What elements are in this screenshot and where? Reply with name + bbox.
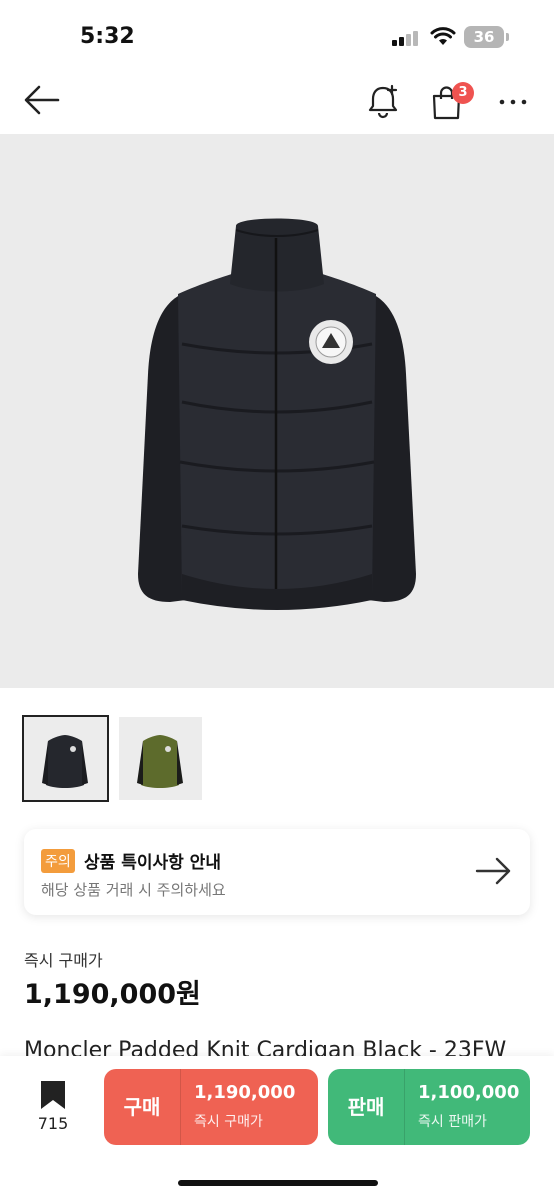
buy-button[interactable]: 구매 1,190,000 즉시 구매가 xyxy=(104,1069,318,1145)
sell-amount: 1,100,000 xyxy=(418,1082,520,1103)
wifi-icon xyxy=(430,27,456,45)
product-main-image[interactable] xyxy=(0,134,554,688)
buy-amount-caption: 즉시 구매가 xyxy=(194,1114,263,1130)
sell-button[interactable]: 판매 1,100,000 즉시 판매가 xyxy=(328,1069,530,1145)
thumbnail-black-jacket xyxy=(42,735,88,788)
bottom-action-bar: 715 구매 1,190,000 즉시 구매가 판매 1,100,000 즉시 … xyxy=(0,1056,554,1200)
more-options-icon[interactable] xyxy=(497,92,531,112)
thumbnail-black[interactable] xyxy=(22,715,109,802)
arrow-right-icon[interactable] xyxy=(474,855,514,887)
back-arrow-icon[interactable] xyxy=(22,82,62,118)
sell-divider xyxy=(404,1069,405,1145)
signal-icon xyxy=(392,30,422,46)
home-indicator xyxy=(178,1180,378,1186)
buy-divider xyxy=(180,1069,181,1145)
jacket-illustration xyxy=(138,218,416,610)
product-notice-card[interactable]: 주의 상품 특이사항 안내 해당 상품 거래 시 주의하세요 xyxy=(24,829,530,915)
bookmark-icon[interactable] xyxy=(40,1080,66,1110)
product-price: 1,190,000원 xyxy=(24,979,201,1010)
notice-subtitle: 해당 상품 거래 시 주의하세요 xyxy=(41,881,226,899)
sell-label: 판매 xyxy=(347,1095,385,1119)
bookmark-count: 715 xyxy=(37,1114,69,1133)
nav-bar xyxy=(0,70,554,132)
battery-cap xyxy=(506,33,509,41)
buy-label: 구매 xyxy=(123,1095,161,1119)
instant-buy-price-label: 즉시 구매가 xyxy=(24,951,103,970)
thumbnail-olive-jacket xyxy=(137,735,183,788)
cart-count-badge: 3 xyxy=(452,82,474,104)
sell-amount-caption: 즉시 판매가 xyxy=(418,1114,487,1130)
status-bar: 5:32 36 xyxy=(0,0,554,70)
bell-add-icon[interactable] xyxy=(364,82,402,120)
notice-title: 상품 특이사항 안내 xyxy=(84,853,221,873)
buy-amount: 1,190,000 xyxy=(194,1082,296,1103)
status-time: 5:32 xyxy=(80,24,135,49)
battery-icon: 36 xyxy=(464,26,504,48)
thumbnail-olive[interactable] xyxy=(119,717,202,800)
caution-tag: 주의 xyxy=(41,849,75,873)
